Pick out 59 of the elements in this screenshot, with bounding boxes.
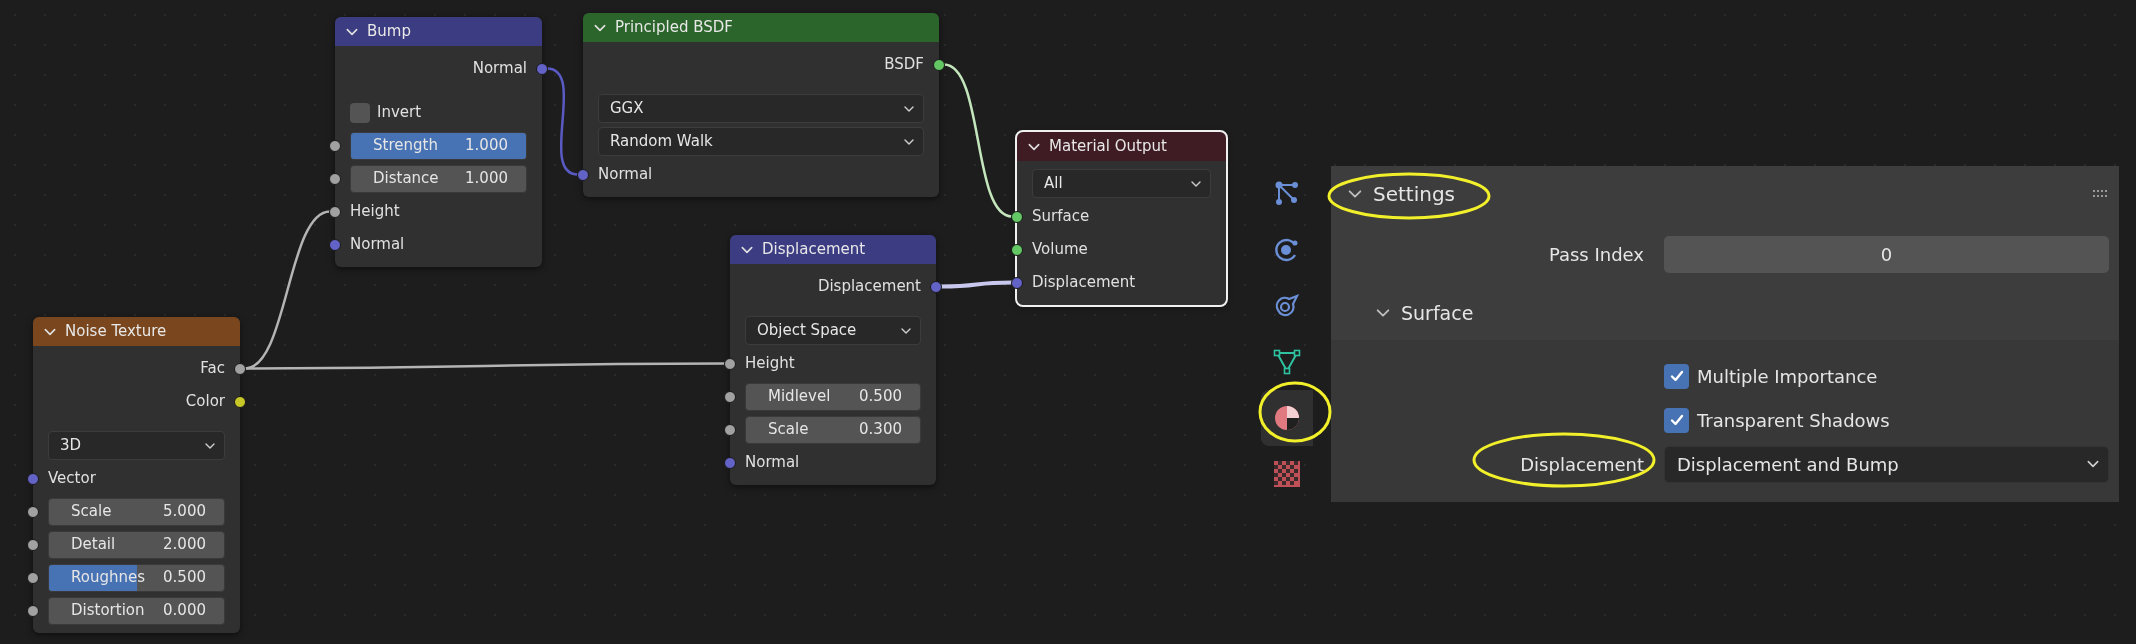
socket-label: Surface: [1032, 206, 1090, 228]
dropdown[interactable]: GGX: [598, 94, 924, 123]
socket-label: Vector: [48, 468, 96, 490]
dropdown[interactable]: Object Space: [745, 316, 921, 345]
node-header[interactable]: Bump: [335, 17, 542, 46]
number-field[interactable]: 0: [1664, 235, 2109, 273]
node-card[interactable]: Bump Normal Invert Strength 1.000 Distance 1.000 Height Normal: [335, 17, 542, 267]
node-card[interactable]: Principled BSDF BSDF GGX Random Walk Normal: [583, 13, 939, 197]
material-sphere-icon: [1272, 404, 1301, 432]
socket-label: BSDF: [884, 54, 924, 76]
node-header[interactable]: Displacement: [730, 235, 936, 264]
checkmark-icon: [1668, 412, 1685, 428]
drag-handle-icon[interactable]: [2093, 190, 2109, 198]
socket-label: Normal: [350, 234, 405, 256]
socket-label: Height: [350, 201, 400, 223]
field-label: Displacement: [1519, 452, 1644, 477]
node-title: Displacement: [762, 239, 866, 261]
socket-label: Normal: [472, 58, 527, 80]
socket-label: Displacement: [1032, 272, 1136, 294]
node-header[interactable]: Material Output: [1017, 132, 1226, 161]
number-field[interactable]: Distance 1.000: [350, 164, 527, 193]
dropdown[interactable]: 3D: [48, 431, 225, 460]
value-slider[interactable]: Strength 1.000: [350, 131, 527, 160]
number-field[interactable]: Midlevel 0.500: [745, 382, 921, 411]
socket-label: Volume: [1032, 239, 1088, 261]
socket-label: Normal: [745, 452, 800, 474]
socket-label: Color: [185, 391, 225, 413]
dropdown[interactable]: Random Walk: [598, 127, 924, 156]
socket-label: Normal: [598, 164, 653, 186]
checkmark-icon: [1668, 368, 1685, 384]
field-label: Pass Index: [1547, 242, 1644, 267]
checkbox[interactable]: [350, 102, 370, 123]
node-title: Material Output: [1049, 136, 1167, 158]
node-title: Bump: [367, 21, 411, 43]
panel-title[interactable]: Settings: [1373, 179, 1456, 209]
socket-label: Fac: [200, 358, 225, 380]
checkbox-label: Transparent Shadows: [1697, 408, 1890, 433]
node-header[interactable]: Noise Texture: [33, 317, 240, 346]
node-card[interactable]: Displacement Displacement Object Space Height Midlevel 0.500 Scale 0.300 Normal: [730, 235, 936, 485]
socket-label: Displacement: [817, 276, 921, 298]
node-title: Principled BSDF: [615, 17, 733, 39]
checker-icon: [1273, 461, 1300, 487]
node-title: Noise Texture: [65, 321, 167, 343]
properties-tab[interactable]: [1260, 390, 1313, 446]
number-field[interactable]: Scale 5.000: [48, 497, 225, 526]
node-header[interactable]: Principled BSDF: [583, 13, 939, 42]
checkbox[interactable]: [1664, 407, 1689, 433]
dropdown[interactable]: Displacement and Bump: [1664, 445, 2109, 483]
node-card[interactable]: Material Output All Surface Volume Displacement: [1017, 132, 1226, 305]
subpanel-title[interactable]: Surface: [1401, 298, 1474, 328]
dropdown[interactable]: All: [1032, 169, 1211, 198]
checkbox[interactable]: [1664, 363, 1689, 389]
number-field[interactable]: Scale 0.300: [745, 415, 921, 444]
socket-label: Height: [745, 353, 795, 375]
number-field[interactable]: Distortion 0.000: [48, 596, 225, 625]
number-field[interactable]: Detail 2.000: [48, 530, 225, 559]
mesh-triangle-icon: [1272, 348, 1301, 376]
checkbox-label: Multiple Importance: [1697, 364, 1878, 389]
checkbox-label: Invert: [377, 102, 422, 124]
